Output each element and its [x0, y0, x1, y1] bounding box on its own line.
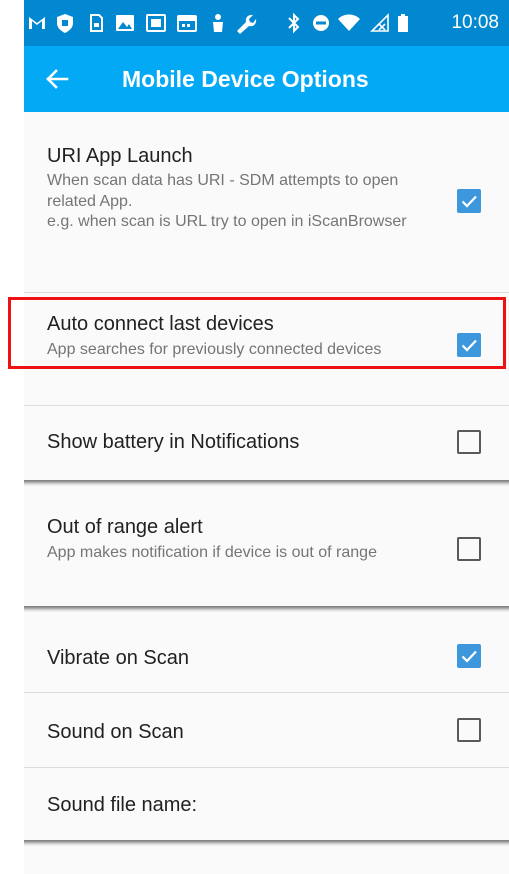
setting-summary: When scan data has URI - SDM attempts to… — [47, 172, 407, 230]
no-signal-icon — [370, 13, 389, 32]
uri-app-launch-checkbox[interactable] — [457, 189, 481, 213]
auto-connect-checkbox[interactable] — [457, 333, 481, 357]
phone-screen: 10:08 Mobile Device Options URI App Laun… — [24, 0, 509, 874]
do-not-disturb-icon — [313, 15, 329, 31]
checkmark-icon — [461, 650, 477, 663]
checkmark-icon — [461, 339, 477, 352]
setting-sound-file-name[interactable]: Sound file name: — [24, 768, 509, 840]
setting-summary: App searches for previously connected de… — [47, 341, 382, 358]
back-arrow-icon — [46, 69, 69, 89]
setting-title: Out of range alert — [47, 516, 203, 538]
vibrate-on-scan-checkbox[interactable] — [457, 644, 481, 668]
setting-show-battery-in-notifications[interactable]: Show battery in Notifications — [24, 406, 509, 480]
sim-icon — [90, 14, 103, 32]
setting-title: URI App Launch — [47, 145, 193, 167]
setting-uri-app-launch[interactable]: URI App Launch When scan data has URI - … — [24, 112, 509, 292]
gmail-icon — [29, 17, 45, 29]
out-of-range-checkbox[interactable] — [457, 537, 481, 561]
back-button[interactable] — [32, 55, 80, 103]
setting-next-partial[interactable] — [24, 846, 509, 874]
setting-title: Sound on Scan — [47, 721, 184, 743]
sound-on-scan-checkbox[interactable] — [457, 718, 481, 742]
app-bar: Mobile Device Options — [24, 46, 509, 112]
image-icon — [116, 15, 134, 31]
setting-title: Auto connect last devices — [47, 313, 274, 335]
wrench-icon — [237, 14, 257, 34]
setting-sound-on-scan[interactable]: Sound on Scan — [24, 693, 509, 767]
page-title: Mobile Device Options — [122, 66, 369, 92]
wifi-icon — [338, 14, 360, 31]
checkmark-icon — [461, 195, 477, 208]
setting-vibrate-on-scan[interactable]: Vibrate on Scan — [24, 612, 509, 692]
setting-title: Vibrate on Scan — [47, 647, 189, 669]
setting-summary: App makes notification if device is out … — [47, 544, 377, 561]
status-time: 10:08 — [451, 12, 499, 33]
calendar-icon — [177, 15, 197, 32]
status-bar: 10:08 — [24, 0, 509, 46]
shield-icon — [57, 14, 73, 33]
setting-auto-connect-last-devices[interactable]: Auto connect last devices App searches f… — [24, 293, 509, 403]
photo-icon — [146, 14, 166, 32]
setting-title: Show battery in Notifications — [47, 431, 300, 453]
setting-out-of-range-alert[interactable]: Out of range alert App makes notificatio… — [24, 486, 509, 606]
show-battery-checkbox[interactable] — [457, 430, 481, 454]
battery-icon — [398, 14, 408, 32]
bluetooth-icon — [288, 12, 300, 34]
setting-title: Sound file name: — [47, 794, 198, 816]
person-icon — [213, 14, 223, 32]
